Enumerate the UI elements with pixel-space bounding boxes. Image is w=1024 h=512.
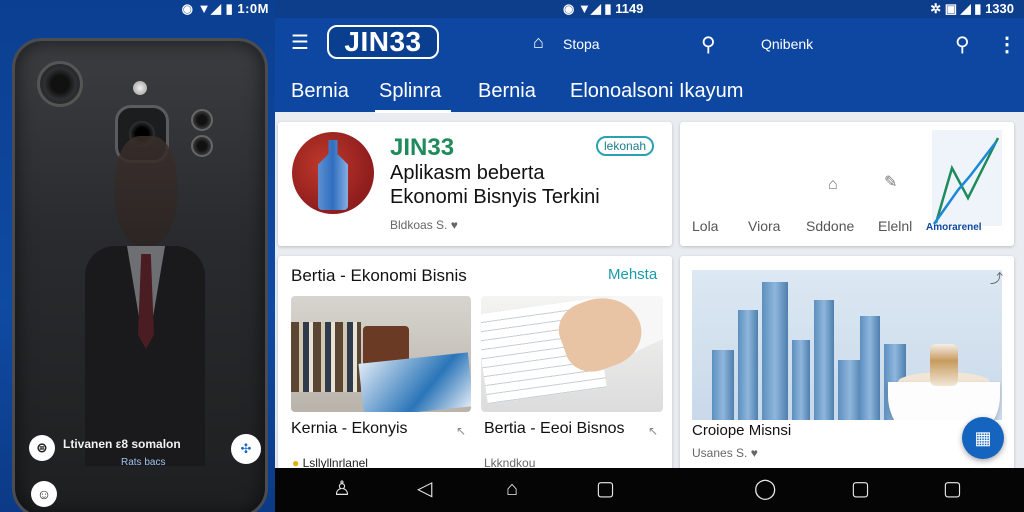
- building: [792, 340, 810, 420]
- home-outline-icon[interactable]: ⌂: [828, 176, 838, 194]
- status-right: ✲ ▣ ◢ ▮ 1330: [930, 0, 1014, 18]
- search-icon[interactable]: ⚲: [701, 32, 716, 57]
- search-icon-right[interactable]: ⚲: [955, 32, 970, 57]
- coffee-cup-image: [888, 382, 1000, 420]
- hero-image: [292, 132, 374, 214]
- tab-bar: Bernia Splinra Bernia Elonoalsoni Ikayum: [275, 74, 1024, 113]
- city-meta-text: Usanes S.: [692, 446, 748, 460]
- building: [814, 300, 834, 420]
- hero-meta: Bldkoas S. ♥: [390, 218, 458, 232]
- status-icons-right: ✲ ▣ ◢ ▮: [930, 1, 986, 16]
- hero-tag[interactable]: lekonah: [596, 136, 655, 156]
- status-bar: ◉ ▼◢ ▮ 1149 ✲ ▣ ◢ ▮ 1330: [275, 0, 1024, 18]
- news-caption-1[interactable]: Kernia - Ekonyis: [291, 420, 408, 438]
- chart-caption: Amorarenel: [926, 222, 982, 233]
- refresh-icon[interactable]: ◯: [754, 479, 776, 499]
- phone-back: ⊜ Ltivanen ε8 somalon Rats bacs ✣ ☺: [12, 38, 268, 512]
- status-center: ◉ ▼◢ ▮ 1149: [563, 0, 643, 18]
- news-more-link[interactable]: Mehsta: [608, 266, 657, 283]
- edit-icon[interactable]: ✎: [884, 172, 897, 192]
- back-icon[interactable]: ◁: [417, 479, 432, 499]
- grid-fab-icon[interactable]: ▦: [962, 417, 1004, 459]
- hero-card[interactable]: JIN33 lekonah Aplikasm beberta Ekonomi B…: [278, 122, 672, 246]
- stat-label-lola: Lola: [692, 218, 719, 234]
- building: [838, 360, 862, 420]
- app-screen: ◉ ▼◢ ▮ 1149 ✲ ▣ ◢ ▮ 1330 ☰ JIN33 ⌂ Stopa…: [275, 0, 1024, 512]
- city-skyline-image: [692, 270, 1002, 420]
- building: [762, 282, 788, 420]
- user-icon[interactable]: ⌂: [533, 32, 553, 54]
- bookmark-icon[interactable]: ↖: [456, 424, 466, 438]
- trend-chart: [932, 130, 1002, 226]
- heart-icon[interactable]: ♥: [751, 446, 758, 460]
- more-icon[interactable]: ⋮: [997, 32, 1017, 57]
- smile-icon[interactable]: ☺: [31, 481, 57, 507]
- news-thumbnail-2[interactable]: [481, 296, 663, 412]
- app-logo[interactable]: JIN33: [327, 25, 439, 59]
- system-nav-bar: ♙ ◁ ⌂ ▢ ◯ ▢ ▢: [275, 468, 1024, 512]
- bottle-image: [318, 140, 348, 210]
- building: [860, 316, 880, 420]
- shaker-image: [930, 344, 958, 386]
- hero-meta-text: Bldkoas S.: [390, 218, 448, 232]
- left-status-bar: ◉ ▼◢ ▮ 1:0M: [0, 0, 275, 18]
- bookmark-icon-2[interactable]: ↖: [648, 424, 658, 438]
- caption-icon[interactable]: ⊜: [29, 435, 55, 461]
- left-status-time: 1:0M: [237, 1, 269, 16]
- building: [712, 350, 734, 420]
- books-image: [291, 322, 361, 392]
- stat-label-elelnl: Elelnl: [878, 218, 913, 234]
- home-icon[interactable]: ⌂: [506, 479, 518, 499]
- heart-icon[interactable]: ♥: [451, 218, 458, 232]
- camera-lens-icon: [37, 61, 83, 107]
- search-label[interactable]: Qnibenk: [761, 36, 813, 52]
- share-icon[interactable]: ✣: [231, 434, 261, 464]
- tab-bernia[interactable]: Bernia: [291, 80, 349, 103]
- square-icon[interactable]: ▢: [943, 479, 962, 499]
- phone-caption: ⊜ Ltivanen ε8 somalon Rats bacs: [29, 431, 229, 475]
- screenshot-root: ◉ ▼◢ ▮ 1:0M ⊜ Ltivanen ε8 somalon Rats b…: [0, 0, 1024, 512]
- tab-ekonomi[interactable]: Elonoalsoni Ikayum: [570, 80, 743, 103]
- menu-icon[interactable]: ☰: [291, 33, 313, 53]
- news-card: Bertia - Ekonomi Bisnis Mehsta Kernia - …: [278, 256, 672, 470]
- recents-icon-2[interactable]: ▢: [851, 479, 870, 499]
- caption-subtitle: Rats bacs: [121, 457, 166, 468]
- newspaper-image: [358, 352, 471, 412]
- stat-label-sddone: Sddone: [806, 218, 855, 234]
- hero-brand: JIN33: [390, 134, 455, 161]
- user-label[interactable]: Stopa: [563, 36, 600, 52]
- building: [738, 310, 758, 420]
- hero-title-line1: Aplikasm beberta: [390, 162, 545, 184]
- stats-card: ⌂ ✎ Lola Viora Sddone Elelnl Amorarenel: [680, 122, 1014, 246]
- city-meta: Usanes S. ♥: [692, 446, 758, 460]
- secondary-camera-icon: [191, 109, 213, 131]
- news-thumbnail-1[interactable]: [291, 296, 471, 412]
- share-small-icon[interactable]: ⤴: [990, 268, 1003, 287]
- person-head: [115, 136, 177, 246]
- city-caption[interactable]: Croiope Misnsi: [692, 422, 791, 439]
- caption-title: Ltivanen ε8 somalon: [63, 437, 181, 451]
- hero-title-line2: Ekonomi Bisnyis Terkini: [390, 186, 600, 208]
- left-phone-panel: ◉ ▼◢ ▮ 1:0M ⊜ Ltivanen ε8 somalon Rats b…: [0, 0, 275, 512]
- status-time-mid: 1149: [615, 1, 644, 16]
- status-icons: ◉ ▼◢ ▮: [563, 1, 616, 16]
- tab-bernia-2[interactable]: Bernia: [478, 80, 536, 103]
- person-reflection: [85, 136, 205, 466]
- recents-icon[interactable]: ▢: [596, 479, 615, 499]
- assistant-icon[interactable]: ♙: [333, 479, 351, 499]
- signal-icon: ◉ ▼◢ ▮: [181, 1, 238, 16]
- flash-icon: [133, 81, 147, 95]
- news-section-title: Bertia - Ekonomi Bisnis: [291, 266, 467, 285]
- stat-label-viora: Viora: [748, 218, 781, 234]
- tab-splinra[interactable]: Splinra: [374, 80, 452, 113]
- app-bar: ☰ JIN33 ⌂ Stopa ⚲ Qnibenk ⚲ ⋮ Bernia Spl…: [275, 18, 1024, 113]
- status-time: 1330: [985, 1, 1014, 16]
- news-caption-2[interactable]: Bertia - Eeoi Bisnos: [484, 420, 625, 438]
